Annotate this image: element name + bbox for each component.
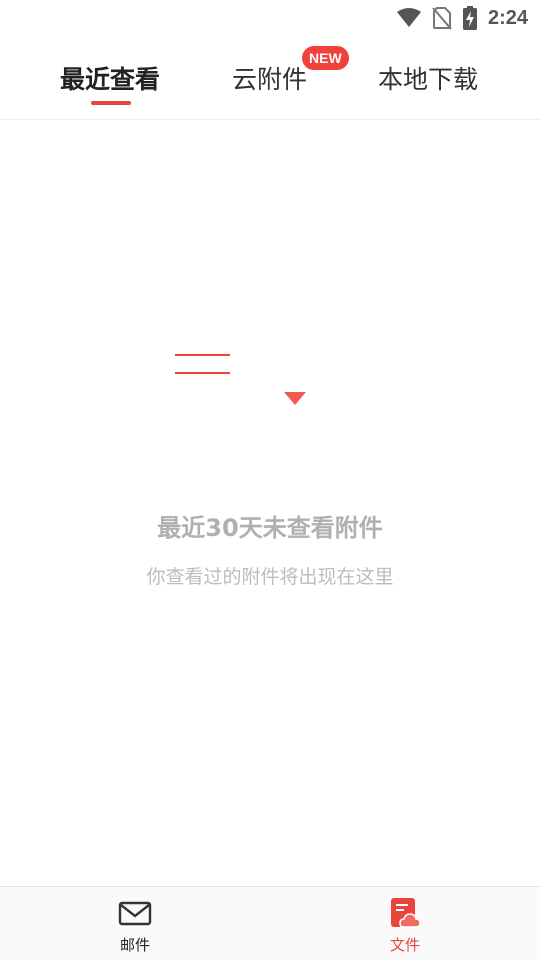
empty-illustration xyxy=(175,354,306,405)
new-badge: NEW xyxy=(302,46,349,70)
bottom-navigation: 邮件 文件 xyxy=(0,886,540,960)
tab-bar: 最近查看 云附件 NEW 本地下载 xyxy=(0,36,540,120)
cloud-file-icon xyxy=(391,898,421,928)
status-bar: 2:24 xyxy=(0,0,540,36)
empty-state-subtitle: 你查看过的附件将出现在这里 xyxy=(146,566,394,588)
tab-local-label: 本地下载 xyxy=(378,65,479,94)
illustration-triangle xyxy=(284,392,306,405)
tab-cloud-label: 云附件 xyxy=(232,65,308,94)
battery-charging-icon xyxy=(462,6,477,30)
nav-mail[interactable]: 邮件 xyxy=(0,887,270,960)
nav-files-label: 文件 xyxy=(389,936,420,954)
wifi-icon xyxy=(396,8,421,27)
nav-files[interactable]: 文件 xyxy=(270,887,540,960)
status-time: 2:24 xyxy=(487,6,528,29)
status-icons: 2:24 xyxy=(396,5,528,31)
tab-cloud-attachments[interactable]: 云附件 xyxy=(232,60,312,100)
tab-recent[interactable]: 最近查看 xyxy=(60,60,164,105)
tab-local-downloads[interactable]: 本地下载 xyxy=(378,60,482,100)
active-tab-indicator xyxy=(91,101,131,105)
empty-state-title: 最近30天未查看附件 xyxy=(157,514,383,542)
tab-recent-label: 最近查看 xyxy=(60,65,161,94)
mail-icon xyxy=(118,901,152,926)
nav-mail-label: 邮件 xyxy=(119,936,150,954)
no-sim-icon xyxy=(432,7,452,30)
app-screen: 2:24 最近查看 云附件 NEW 本地下载 最近30天未查看附件 你查看过的附… xyxy=(0,0,540,960)
